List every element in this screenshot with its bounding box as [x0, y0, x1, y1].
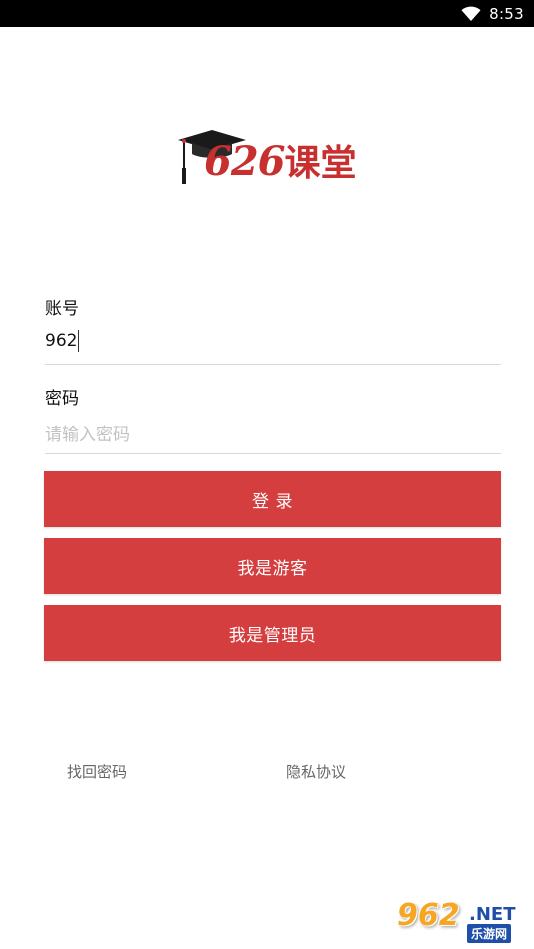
account-input[interactable]: 962 — [45, 330, 80, 352]
status-time: 8:53 — [489, 4, 524, 23]
watermark-suffix: .NET — [469, 904, 516, 925]
logo-text: 626课堂 — [204, 138, 357, 188]
account-input-value: 962 — [45, 331, 78, 351]
text-caret — [78, 330, 80, 352]
guest-button-label: 我是游客 — [237, 558, 308, 579]
wifi-icon — [461, 6, 481, 21]
account-input-underline — [45, 364, 501, 365]
watermark-number: 962 — [397, 898, 460, 933]
login-screen: 8:53 626课堂 账号 962 密码 请输入密码 登 录 我是游客 我是管理… — [0, 0, 534, 949]
account-label: 账号 — [45, 299, 79, 319]
logo-name: 课堂 — [284, 143, 357, 184]
login-button[interactable]: 登 录 — [44, 471, 501, 527]
forgot-password-link[interactable]: 找回密码 — [67, 761, 127, 782]
watermark-subtitle: 乐游网 — [467, 924, 512, 943]
status-bar: 8:53 — [0, 0, 534, 27]
guest-button[interactable]: 我是游客 — [44, 538, 501, 594]
admin-button-label: 我是管理员 — [228, 625, 317, 646]
logo-number: 626 — [204, 138, 285, 185]
app-logo: 626课堂 — [176, 128, 360, 188]
privacy-link[interactable]: 隐私协议 — [286, 761, 346, 782]
password-input[interactable]: 请输入密码 — [45, 420, 130, 445]
login-button-label: 登 录 — [252, 491, 293, 512]
admin-button[interactable]: 我是管理员 — [44, 605, 501, 661]
password-input-underline — [45, 453, 501, 454]
password-label: 密码 — [45, 389, 79, 409]
site-watermark: 962 .NET 乐游网 — [395, 898, 531, 944]
